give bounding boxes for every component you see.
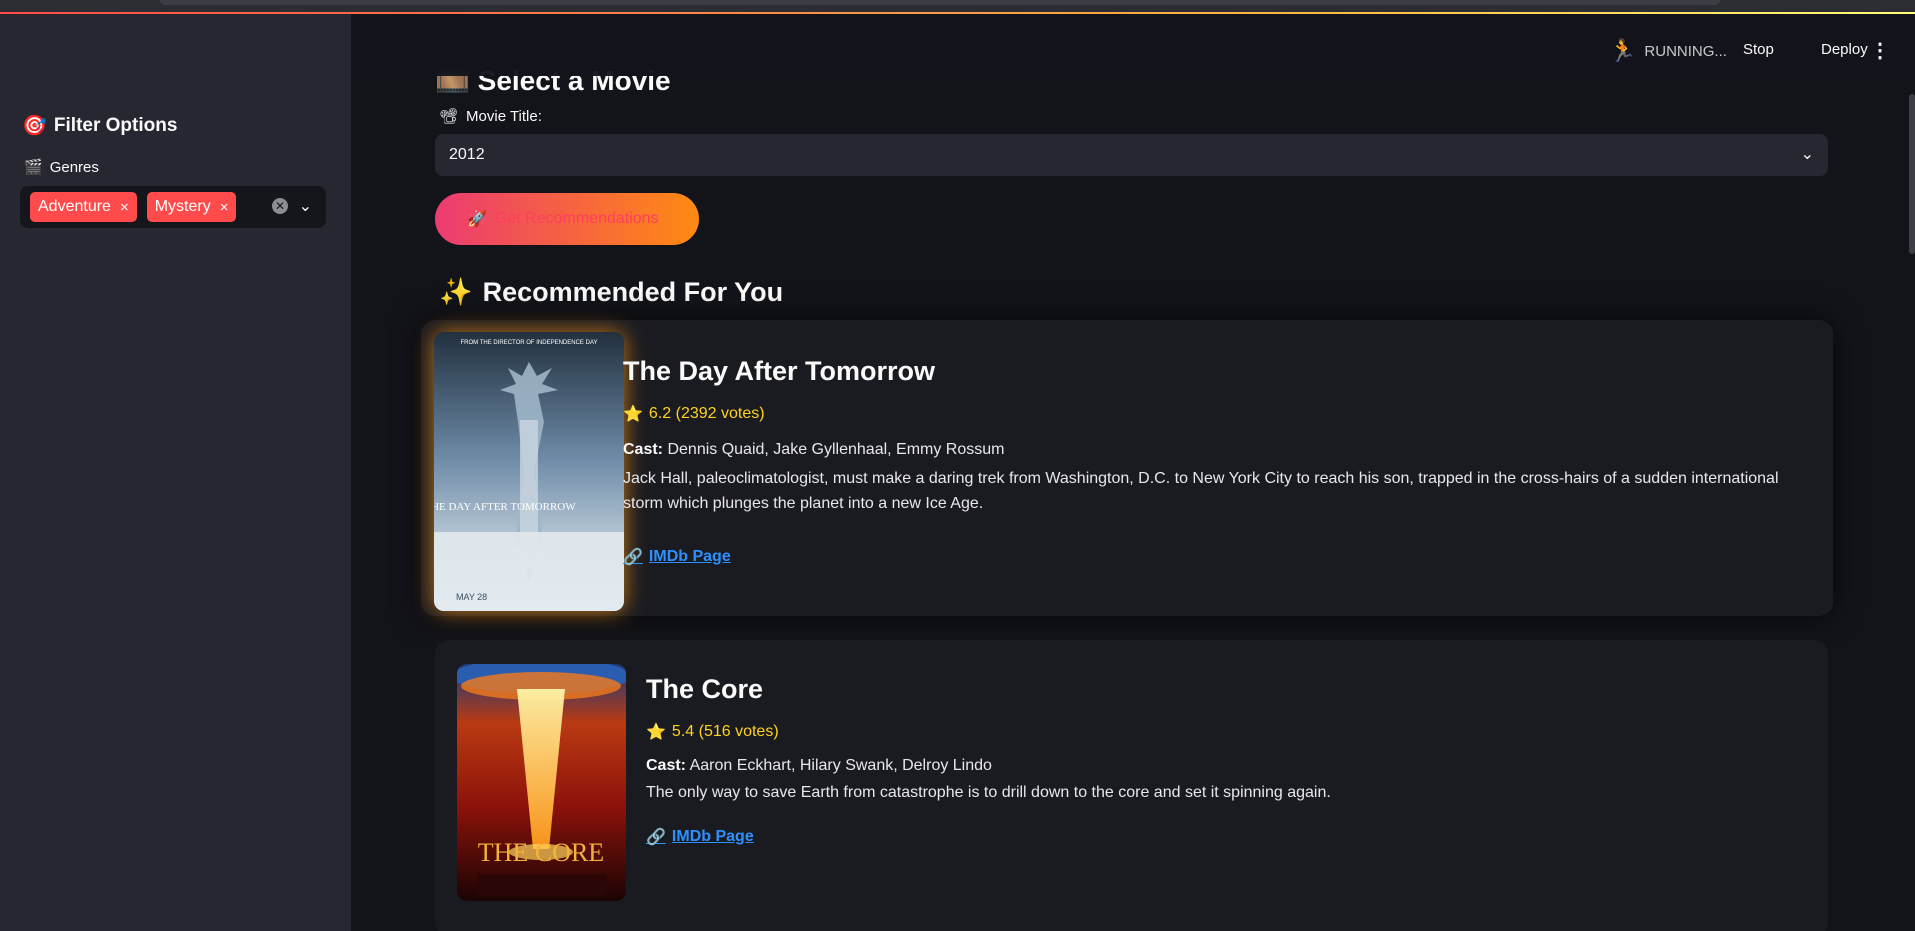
genres-label: 🎬 Genres <box>24 158 99 177</box>
movie-poster: THE CORE <box>457 664 626 901</box>
sidebar-title: 🎯 Filter Options <box>22 113 177 138</box>
poster-date-text: MAY 28 <box>456 592 487 602</box>
rocket-icon: 🚀 <box>467 211 487 228</box>
genre-chip-label: Adventure <box>38 198 111 215</box>
running-status-text: RUNNING... <box>1644 42 1727 60</box>
movie-description: The only way to save Earth from catastro… <box>646 784 1331 801</box>
genre-chip-mystery: Mystery × <box>146 192 237 222</box>
poster-title-text: THE CORE <box>478 838 604 867</box>
day-after-tomorrow-poster-image: FROM THE DIRECTOR OF INDEPENDENCE DAY TH… <box>434 332 624 611</box>
browser-top-strip <box>0 0 1915 14</box>
chip-close-icon[interactable]: × <box>120 199 129 216</box>
chevron-down-icon[interactable]: ⌄ <box>299 196 312 216</box>
cast-names: Aaron Eckhart, Hilary Swank, Delroy Lind… <box>686 757 992 774</box>
star-icon: ⭐ <box>646 724 666 741</box>
sidebar-title-text: Filter Options <box>53 114 178 136</box>
movie-rating: ⭐ 5.4 (516 votes) <box>646 722 779 742</box>
movie-rating-text: 5.4 (516 votes) <box>671 723 779 740</box>
get-recommendations-label: Get Recommendations <box>494 210 659 227</box>
link-icon: 🔗 <box>623 549 643 566</box>
projector-icon: 📽 <box>439 108 459 125</box>
sparkles-icon: ✨ <box>439 277 473 307</box>
movie-cast: Cast: Dennis Quaid, Jake Gyllenhaal, Emm… <box>623 441 1004 459</box>
sidebar: 🎯 Filter Options 🎬 Genres Adventure × My… <box>0 14 351 931</box>
movie-title-label-text: Movie Title: <box>466 107 542 125</box>
deploy-button[interactable]: Deploy <box>1821 41 1868 58</box>
chevron-down-icon: ⌄ <box>1800 146 1814 163</box>
stop-button[interactable]: Stop <box>1743 41 1774 58</box>
genre-chip-label: Mystery <box>154 198 211 215</box>
movie-description: Jack Hall, paleoclimatologist, must make… <box>623 470 1779 512</box>
movie-card: FROM THE DIRECTOR OF INDEPENDENCE DAY TH… <box>421 320 1833 616</box>
cast-names: Dennis Quaid, Jake Gyllenhaal, Emmy Ross… <box>663 441 1005 458</box>
clear-all-icon[interactable]: ✕ <box>272 198 288 214</box>
browser-address-bar <box>160 0 1720 5</box>
running-status: 🏃 RUNNING... <box>1609 38 1727 64</box>
movie-rating: ⭐ 6.2 (2392 votes) <box>623 404 765 424</box>
genres-label-text: Genres <box>49 158 99 176</box>
imdb-link-text[interactable]: IMDb Page <box>672 828 754 846</box>
chip-close-icon[interactable]: × <box>220 199 229 216</box>
the-core-poster-image: THE CORE <box>457 664 626 901</box>
target-icon: 🎯 <box>22 115 47 137</box>
clapper-icon: 🎬 <box>24 159 43 176</box>
cast-label: Cast: <box>623 441 664 458</box>
poster-title-text: THE DAY AFTER TOMORROW <box>434 501 576 513</box>
movie-title: The Day After Tomorrow <box>623 356 936 386</box>
movie-title-label: 📽 Movie Title: <box>439 107 542 126</box>
link-icon: 🔗 <box>646 829 666 846</box>
imdb-link-text[interactable]: IMDb Page <box>649 548 731 566</box>
genre-chip-adventure: Adventure × <box>30 192 137 222</box>
movie-title: The Core <box>646 674 764 704</box>
recommended-title-text: Recommended For You <box>482 276 784 307</box>
cast-label: Cast: <box>646 757 687 774</box>
star-icon: ⭐ <box>623 406 643 423</box>
scrollbar[interactable] <box>1909 94 1915 254</box>
movie-card: THE CORE The Core ⭐ 5.4 (516 votes) Cast… <box>435 640 1828 931</box>
movie-title-select[interactable]: 2012 ⌄ <box>435 134 1828 176</box>
get-recommendations-button[interactable]: 🚀 Get Recommendations <box>435 193 699 245</box>
main-content: 🏃 RUNNING... Stop Deploy ⋮ 🎞️ Select a M… <box>351 14 1915 931</box>
main-menu-icon[interactable]: ⋮ <box>1870 38 1890 63</box>
poster-top-text: FROM THE DIRECTOR OF INDEPENDENCE DAY <box>460 340 597 346</box>
movie-cast: Cast: Aaron Eckhart, Hilary Swank, Delro… <box>646 757 992 775</box>
imdb-link[interactable]: 🔗 IMDb Page <box>646 827 754 847</box>
recommended-title: ✨ Recommended For You <box>439 276 783 308</box>
movie-rating-text: 6.2 (2392 votes) <box>648 405 765 422</box>
running-man-icon: 🏃 <box>1609 38 1637 63</box>
genres-multiselect[interactable]: Adventure × Mystery × ✕ ⌄ <box>20 186 326 228</box>
movie-poster: FROM THE DIRECTOR OF INDEPENDENCE DAY TH… <box>434 332 624 611</box>
imdb-link[interactable]: 🔗 IMDb Page <box>623 547 731 567</box>
movie-title-value: 2012 <box>449 146 485 163</box>
app-header: 🏃 RUNNING... Stop Deploy ⋮ <box>351 14 1915 76</box>
